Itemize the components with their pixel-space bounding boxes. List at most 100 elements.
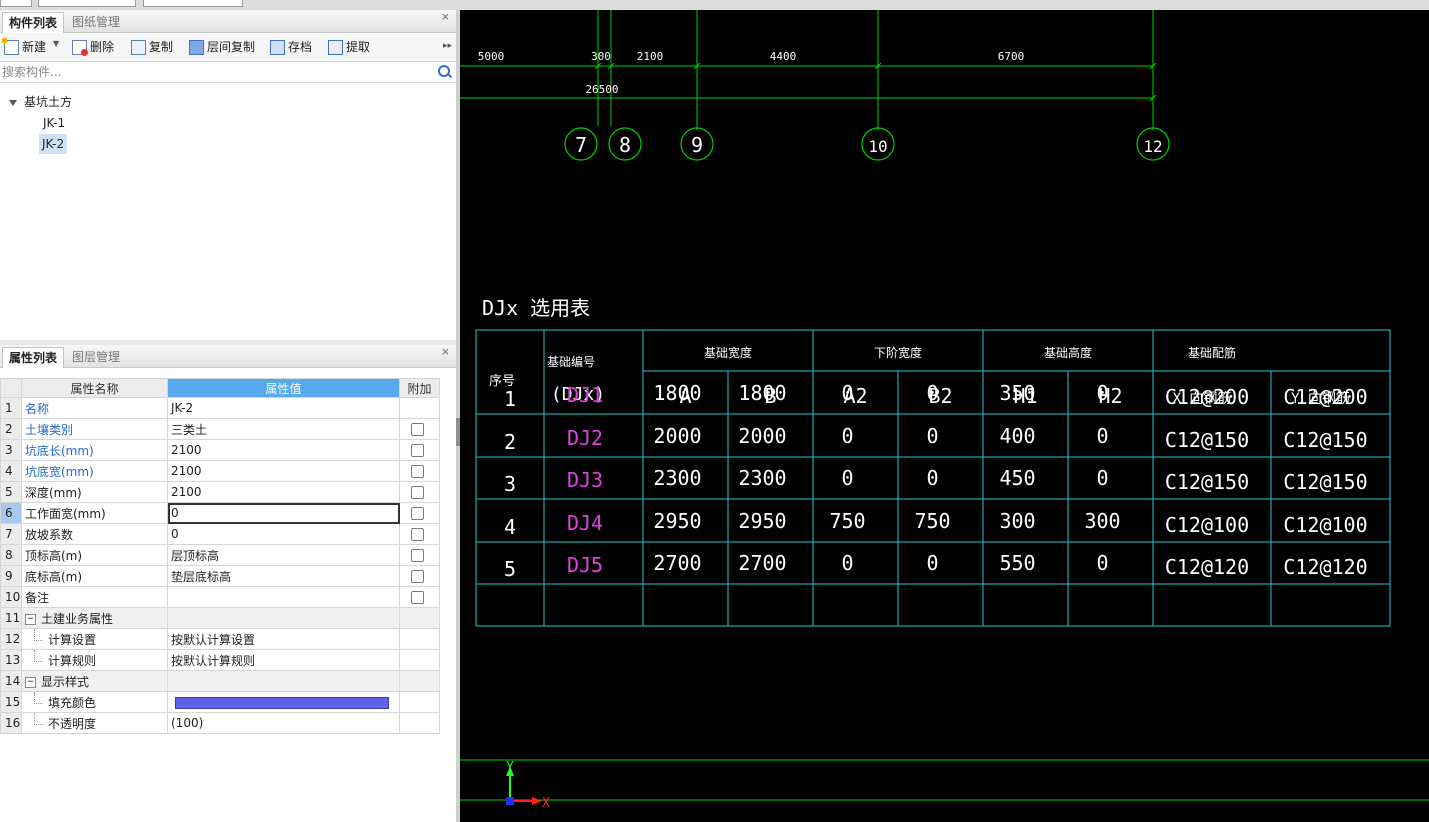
tab-drawing-management[interactable]: 图纸管理 (66, 12, 126, 32)
property-row[interactable]: 13 计算规则 按默认计算规则 (0, 649, 440, 671)
tree-group-row[interactable]: 基坑土方 (0, 92, 456, 112)
property-row[interactable]: 5 深度(mm) 2100 (0, 481, 440, 503)
tab-property-list[interactable]: 属性列表 (2, 347, 65, 368)
property-value[interactable] (167, 586, 400, 608)
property-row[interactable]: 9 底标高(m) 垫层底标高 (0, 565, 440, 587)
cell-seq: 3 (504, 472, 516, 496)
tree-item-jk-1[interactable]: JK-1 (43, 113, 65, 133)
property-row[interactable]: 8 顶标高(m) 层顶标高 (0, 544, 440, 566)
cad-drawing[interactable]: 5000 300 2100 4400 6700265007 8 9 10 12DJx 选用表序号… (460, 10, 1429, 822)
component-list-panel: 构件列表 图纸管理 × 新建 ▼ 删除 复制 层间复制 存档 提取 ▸▸ 基坑土… (0, 10, 456, 340)
search-icon[interactable] (438, 65, 450, 77)
attach-checkbox[interactable] (411, 528, 424, 541)
property-value[interactable]: 0 (167, 502, 400, 524)
property-value[interactable]: 按默认计算设置 (167, 628, 400, 650)
chevron-down-icon[interactable]: ▼ (53, 39, 59, 48)
tree-item-jk-2[interactable]: JK-2 (39, 134, 68, 154)
dimension-label: 300 (591, 50, 611, 63)
fill-color-swatch[interactable] (175, 696, 389, 709)
property-name: 备注 (21, 586, 168, 608)
property-name: − 土建业务属性 (21, 607, 168, 629)
property-value[interactable] (167, 607, 400, 629)
property-value[interactable]: 2100 (167, 460, 400, 482)
row-number: 5 (0, 481, 22, 503)
attach-checkbox[interactable] (411, 507, 424, 520)
property-row[interactable]: 15 填充颜色 (0, 691, 440, 713)
cell-value: 0 (841, 381, 853, 405)
tab-layer-management[interactable]: 图层管理 (66, 347, 126, 367)
cell-value: 0 (841, 551, 853, 575)
property-value[interactable] (167, 670, 400, 692)
cell-value: C12@150 (1283, 470, 1367, 494)
property-row[interactable]: 7 放坡系数 0 (0, 523, 440, 545)
cell-seq: 2 (504, 430, 516, 454)
attach-checkbox[interactable] (411, 486, 424, 499)
component-search (0, 62, 456, 83)
cell-value: 2700 (653, 551, 701, 575)
property-value[interactable]: JK-2 (167, 397, 400, 419)
top-input-3[interactable] (143, 0, 243, 7)
cell-value: 0 (1096, 466, 1108, 490)
property-value[interactable]: 2100 (167, 481, 400, 503)
property-extra (399, 481, 440, 503)
property-row[interactable]: 16 不透明度 (100) (0, 712, 440, 734)
extract-button[interactable]: 提取 (328, 39, 370, 55)
attach-checkbox[interactable] (411, 549, 424, 562)
attach-checkbox[interactable] (411, 570, 424, 583)
tab-component-list[interactable]: 构件列表 (2, 12, 65, 33)
top-input-1[interactable] (0, 0, 32, 7)
cad-drawing-canvas[interactable]: 5000 300 2100 4400 6700 26500 7 8 9 10 12 DJx 选用表 序号… (460, 10, 1429, 822)
property-extra (399, 586, 440, 608)
header-code-top: 基础编号 (547, 354, 595, 369)
expand-triangle-icon[interactable] (9, 100, 17, 106)
collapse-icon[interactable]: − (25, 613, 36, 625)
property-value[interactable]: 0 (167, 523, 400, 545)
property-row[interactable]: 6 工作面宽(mm) 0 (0, 502, 440, 524)
cell-value: C12@150 (1165, 470, 1249, 494)
search-input[interactable] (0, 62, 434, 82)
top-input-2[interactable] (38, 0, 136, 7)
attach-checkbox[interactable] (411, 465, 424, 478)
attach-checkbox[interactable] (411, 591, 424, 604)
close-icon[interactable]: × (441, 10, 450, 24)
delete-button[interactable]: 删除 (72, 39, 114, 56)
property-name: 填充颜色 (21, 691, 168, 713)
more-tools-icon[interactable]: ▸▸ (443, 41, 452, 51)
ucs-origin-icon (506, 797, 514, 805)
property-value[interactable] (167, 691, 400, 713)
property-value[interactable]: 2100 (167, 439, 400, 461)
collapse-icon[interactable]: − (25, 676, 36, 688)
property-row[interactable]: 12 计算设置 按默认计算设置 (0, 628, 440, 650)
property-row[interactable]: 3 坑底长(mm) 2100 (0, 439, 440, 461)
cell-value: 0 (926, 466, 938, 490)
new-button[interactable]: 新建 (2, 38, 46, 55)
cell-value: 0 (841, 424, 853, 448)
property-row[interactable]: 2 土壤类别 三类土 (0, 418, 440, 440)
property-value[interactable]: 三类土 (167, 418, 400, 440)
property-row[interactable]: 11− 土建业务属性 (0, 607, 440, 629)
property-value[interactable]: 垫层底标高 (167, 565, 400, 587)
property-value[interactable]: (100) (167, 712, 400, 734)
copy-button[interactable]: 复制 (131, 39, 173, 55)
archive-button[interactable]: 存档 (270, 39, 312, 55)
cell-value: 2300 (738, 466, 786, 490)
attach-checkbox[interactable] (411, 444, 424, 457)
property-row[interactable]: 4 坑底宽(mm) 2100 (0, 460, 440, 482)
row-number: 14 (0, 670, 22, 692)
property-row[interactable]: 10 备注 (0, 586, 440, 608)
property-extra (399, 397, 440, 419)
property-value[interactable]: 层顶标高 (167, 544, 400, 566)
header-step-group: 下阶宽度 (874, 345, 922, 360)
close-icon[interactable]: × (441, 345, 450, 359)
property-row[interactable]: 14− 显示样式 (0, 670, 440, 692)
property-name: 底标高(m) (21, 565, 168, 587)
axis-bubble-label: 12 (1143, 137, 1162, 156)
layer-copy-button[interactable]: 层间复制 (189, 39, 255, 55)
cell-value: 550 (999, 551, 1035, 575)
property-name: 坑底宽(mm) (21, 460, 168, 482)
attach-checkbox[interactable] (411, 423, 424, 436)
property-value[interactable]: 按默认计算规则 (167, 649, 400, 671)
property-row[interactable]: 1 名称 JK-2 (0, 397, 440, 419)
property-name: 土壤类别 (21, 418, 168, 440)
cell-value: 0 (926, 551, 938, 575)
